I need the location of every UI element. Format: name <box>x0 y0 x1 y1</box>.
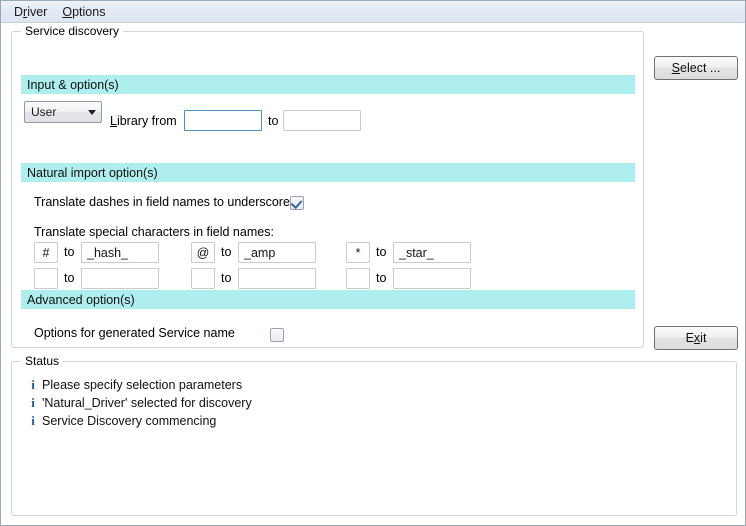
status-row: i Service Discovery commencing <box>24 412 728 430</box>
service-discovery-group: Service discovery Input & option(s) User… <box>11 24 644 348</box>
special-char-to-label-1: to <box>221 245 232 259</box>
generated-service-name-checkbox[interactable] <box>270 328 284 342</box>
info-icon: i <box>31 413 35 428</box>
library-from-label: Library from <box>110 114 177 128</box>
status-message-list: i Please specify selection parameters i … <box>24 376 728 430</box>
special-char-key-4[interactable] <box>191 268 215 289</box>
special-char-value-3[interactable] <box>81 268 159 289</box>
special-char-to-label-5: to <box>376 271 387 285</box>
info-icon: i <box>31 377 35 392</box>
special-char-to-label-3: to <box>64 271 75 285</box>
status-group-label: Status <box>21 354 64 368</box>
library-range-to-label: to <box>268 114 279 128</box>
special-char-key-2[interactable] <box>346 242 370 263</box>
special-char-to-label-4: to <box>221 271 232 285</box>
section-header-advanced-label: Advanced option(s) <box>27 292 135 307</box>
info-icon: i <box>31 395 35 410</box>
library-from-label-accel: L <box>110 114 117 128</box>
special-char-to-label-0: to <box>64 245 75 259</box>
special-char-key-0[interactable] <box>34 242 58 263</box>
library-from-input[interactable] <box>184 110 262 131</box>
status-message: Service Discovery commencing <box>42 414 217 428</box>
service-discovery-group-label: Service discovery <box>21 24 124 38</box>
exit-button-label: it <box>700 331 707 345</box>
status-message: 'Natural_Driver' selected for discovery <box>42 396 252 410</box>
menu-options-after: ptions <box>72 4 106 19</box>
chevron-down-icon <box>83 109 101 115</box>
source-type-select-value: User <box>31 105 57 119</box>
menu-bar: Driver Options <box>1 1 745 23</box>
menu-driver-after: iver <box>27 4 48 19</box>
section-header-natural-import: Natural import option(s) <box>21 163 635 182</box>
status-row: i Please specify selection parameters <box>24 376 728 394</box>
application-window: Driver Options Service discovery Input &… <box>0 0 746 526</box>
menu-item-options[interactable]: Options <box>56 3 114 21</box>
special-char-key-1[interactable] <box>191 242 215 263</box>
status-message: Please specify selection parameters <box>42 378 243 392</box>
section-header-advanced: Advanced option(s) <box>21 290 635 309</box>
status-row: i 'Natural_Driver' selected for discover… <box>24 394 728 412</box>
special-char-value-5[interactable] <box>393 268 471 289</box>
select-button-accel: S <box>671 61 681 75</box>
special-char-value-4[interactable] <box>238 268 316 289</box>
section-header-input-label: Input & option(s) <box>27 77 119 92</box>
special-char-key-3[interactable] <box>34 268 58 289</box>
special-char-to-label-2: to <box>376 245 387 259</box>
special-char-value-2[interactable] <box>393 242 471 263</box>
generated-service-name-label: Options for generated Service name <box>34 326 235 340</box>
exit-button[interactable]: Exit <box>654 326 738 350</box>
select-button[interactable]: Select ... <box>654 56 738 80</box>
library-from-label-after: ibrary from <box>116 114 177 128</box>
special-char-value-1[interactable] <box>238 242 316 263</box>
menu-driver-before: D <box>14 4 24 19</box>
exit-button-before: E <box>685 331 694 345</box>
section-header-input: Input & option(s) <box>21 75 635 94</box>
content-area: Service discovery Input & option(s) User… <box>1 23 745 525</box>
library-to-input[interactable] <box>283 110 361 131</box>
source-type-select[interactable]: User <box>24 101 102 123</box>
special-char-value-0[interactable] <box>81 242 159 263</box>
translate-dashes-checkbox[interactable] <box>290 196 304 210</box>
menu-options-accel: O <box>62 4 73 19</box>
select-button-label: elect ... <box>680 61 721 75</box>
status-group: Status i Please specify selection parame… <box>11 354 737 516</box>
translate-special-chars-label: Translate special characters in field na… <box>34 225 274 239</box>
section-header-natural-import-label: Natural import option(s) <box>27 165 158 180</box>
translate-dashes-label: Translate dashes in field names to under… <box>34 195 297 209</box>
special-char-key-5[interactable] <box>346 268 370 289</box>
menu-item-driver[interactable]: Driver <box>8 3 56 21</box>
